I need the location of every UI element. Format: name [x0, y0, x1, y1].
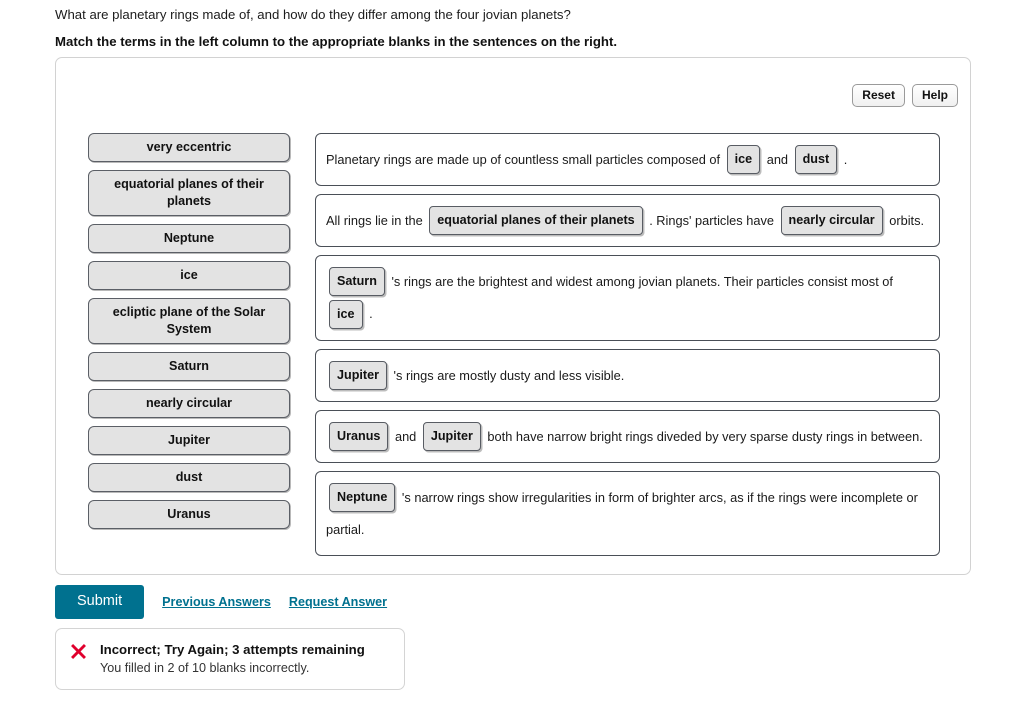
feedback-title: Incorrect; Try Again; 3 attempts remaini…	[100, 642, 365, 657]
sentence-text: .	[365, 306, 373, 322]
sentence-text: Planetary rings are made up of countless…	[326, 152, 724, 168]
sentence-box: Jupiter 's rings are mostly dusty and le…	[315, 348, 940, 402]
answer-chip[interactable]: Neptune	[329, 482, 396, 512]
question-intro: What are planetary rings made of, and ho…	[55, 7, 571, 22]
answer-chip[interactable]: Jupiter	[329, 360, 387, 390]
term-tile[interactable]: Neptune	[88, 224, 290, 253]
sentence-text: . Rings' particles have	[645, 213, 778, 229]
feedback-panel: Incorrect; Try Again; 3 attempts remaini…	[55, 628, 405, 690]
term-tile[interactable]: Jupiter	[88, 426, 290, 455]
answer-chip[interactable]: Uranus	[329, 421, 389, 451]
answer-chip[interactable]: ice	[726, 145, 761, 175]
x-mark-icon	[70, 643, 87, 660]
reset-button[interactable]: Reset	[852, 84, 905, 107]
sentence-text: and	[391, 428, 420, 444]
term-tile[interactable]: Saturn	[88, 352, 290, 381]
term-tile[interactable]: ecliptic plane of the Solar System	[88, 298, 290, 344]
submit-row: Submit Previous Answers Request Answer	[55, 585, 387, 619]
term-tile[interactable]: equatorial planes of their planets	[88, 170, 290, 216]
term-tile[interactable]: nearly circular	[88, 389, 290, 418]
sentence-text: 's rings are the brightest and widest am…	[387, 274, 893, 290]
answer-chip[interactable]: equatorial planes of their planets	[429, 206, 643, 236]
sentence-text: .	[840, 152, 848, 168]
feedback-detail: You filled in 2 of 10 blanks incorrectly…	[100, 661, 310, 675]
term-tile[interactable]: very eccentric	[88, 133, 290, 162]
sentence-text: orbits.	[885, 213, 925, 229]
card-toolbar: Reset Help	[852, 84, 958, 107]
sentence-text: and	[763, 152, 792, 168]
submit-button[interactable]: Submit	[55, 585, 145, 619]
term-tile[interactable]: Uranus	[88, 500, 290, 529]
answer-chip[interactable]: nearly circular	[780, 206, 883, 236]
request-answer-link[interactable]: Request Answer	[289, 595, 387, 609]
sentence-box: All rings lie in the equatorial planes o…	[315, 194, 940, 248]
sentence-text: 's rings are mostly dusty and less visib…	[390, 367, 625, 383]
answer-chip[interactable]: Saturn	[329, 267, 385, 297]
question-instruction: Match the terms in the left column to th…	[55, 34, 618, 49]
sentence-list: Planetary rings are made up of countless…	[315, 133, 940, 556]
term-tile[interactable]: ice	[88, 261, 290, 290]
sentence-box: Neptune 's narrow rings show irregularit…	[315, 470, 940, 556]
answer-chip[interactable]: dust	[794, 145, 838, 175]
sentence-text: both have narrow bright rings diveded by…	[483, 428, 923, 444]
term-tile[interactable]: dust	[88, 463, 290, 492]
sentence-box: Saturn 's rings are the brightest and wi…	[315, 255, 940, 341]
term-bank: very eccentric equatorial planes of their…	[88, 133, 290, 529]
help-button[interactable]: Help	[911, 84, 958, 107]
previous-answers-link[interactable]: Previous Answers	[162, 595, 271, 609]
answer-chip[interactable]: Jupiter	[422, 421, 481, 451]
matching-exercise-card: Reset Help very eccentric equatorial plan…	[55, 57, 971, 575]
sentence-text: All rings lie in the	[326, 213, 427, 229]
sentence-text: 's narrow rings show irregularities in f…	[326, 489, 918, 537]
answer-chip[interactable]: ice	[329, 299, 363, 329]
sentence-box: Uranus and Jupiter both have narrow brig…	[315, 409, 940, 463]
sentence-box: Planetary rings are made up of countless…	[315, 133, 940, 187]
feedback-text-group: Incorrect; Try Again; 3 attempts remaini…	[100, 641, 365, 677]
